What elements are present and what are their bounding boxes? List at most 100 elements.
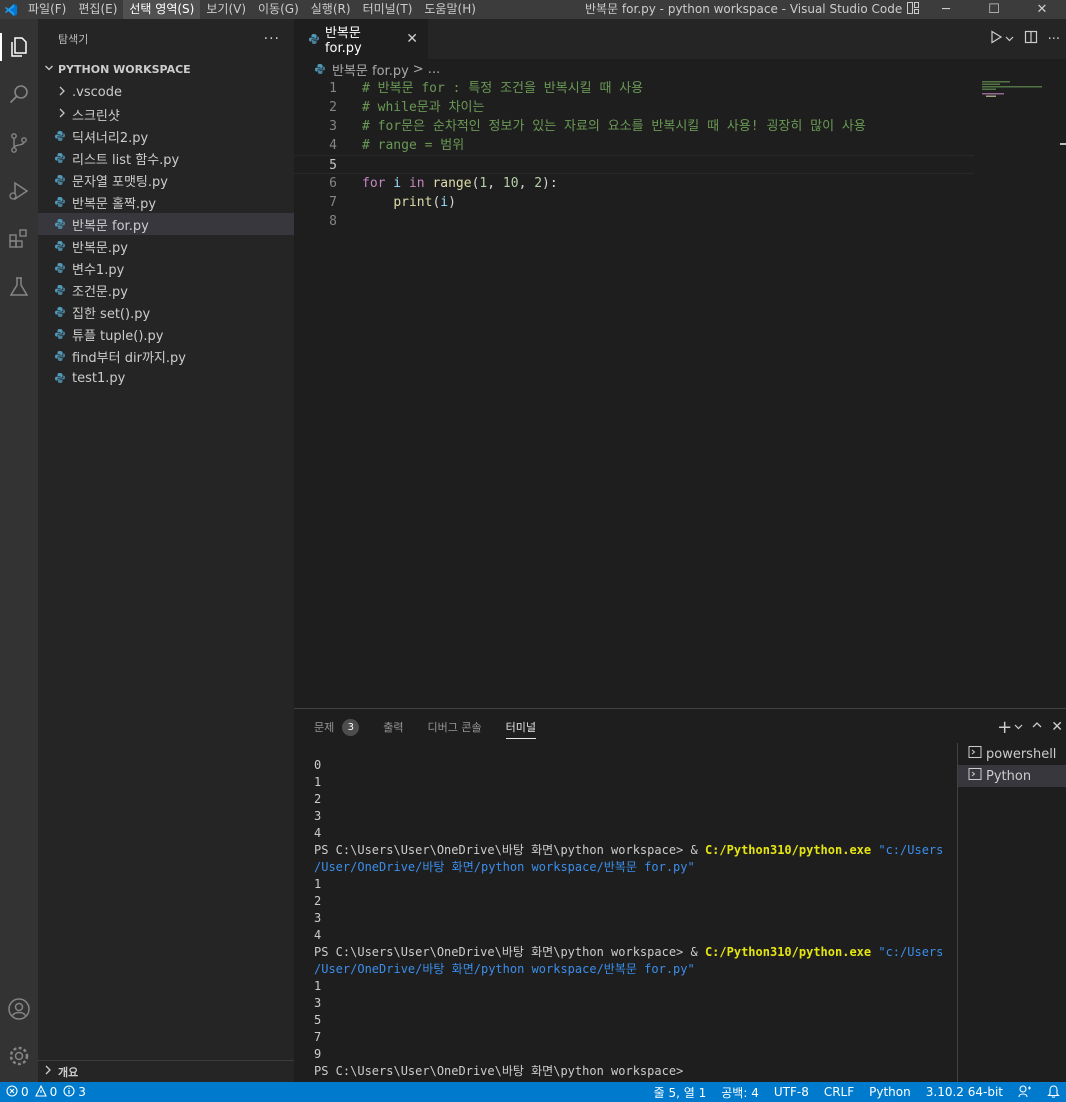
- problems-status[interactable]: 0 0 3: [0, 1084, 86, 1100]
- tree-file[interactable]: 튜플 tuple().py: [38, 323, 294, 345]
- file-label: 반복문 홀짝.py: [72, 196, 157, 212]
- testing-icon[interactable]: [3, 271, 35, 303]
- code-editor[interactable]: 1 # 반복문 for : 특정 조건을 반복시킬 때 사용 2 # while문과…: [294, 79, 974, 231]
- encoding[interactable]: UTF-8: [774, 1085, 809, 1099]
- close-tab-icon[interactable]: ✕: [406, 31, 418, 47]
- menu-file[interactable]: 파일(F): [22, 0, 72, 19]
- paren: ):: [542, 176, 558, 191]
- run-debug-icon[interactable]: [3, 175, 35, 207]
- chevron-right-icon: [54, 108, 72, 121]
- code-text: # for문은 순차적인 정보가 있는 자료의 요소를 반복시킬 때 사용! 굉…: [362, 119, 866, 134]
- panel-actions: + ✕: [997, 709, 1066, 745]
- terminal-icon: [968, 767, 982, 785]
- tree-folder-vscode[interactable]: .vscode: [38, 81, 294, 103]
- cursor-position[interactable]: 줄 5, 열 1: [654, 1084, 707, 1101]
- tree-file[interactable]: 반복문 홀짝.py: [38, 191, 294, 213]
- tree-file[interactable]: 변수1.py: [38, 257, 294, 279]
- tab-debug-console[interactable]: 디버그 콘솔: [428, 709, 482, 745]
- tree-file[interactable]: 조건문.py: [38, 279, 294, 301]
- file-label: 리스트 list 함수.py: [72, 152, 180, 168]
- breadcrumb-file[interactable]: 반복문 for.py: [332, 60, 409, 79]
- menu-bar: 파일(F) 편집(E) 선택 영역(S) 보기(V) 이동(G) 실행(R) 터…: [22, 0, 482, 19]
- terminal-instance-python[interactable]: Python: [958, 765, 1066, 787]
- minimap[interactable]: [982, 81, 1052, 97]
- chevron-down-icon: [44, 63, 58, 76]
- tree-file[interactable]: 집한 set().py: [38, 301, 294, 323]
- error-count: 0: [21, 1085, 29, 1099]
- indentation[interactable]: 공백: 4: [721, 1084, 759, 1101]
- separator: ,: [487, 176, 503, 191]
- explorer-icon[interactable]: [0, 31, 35, 63]
- close-window-button[interactable]: ✕: [1018, 0, 1066, 19]
- tree-file[interactable]: 리스트 list 함수.py: [38, 147, 294, 169]
- settings-gear-icon[interactable]: [3, 1040, 35, 1072]
- tree-file[interactable]: 문자열 포맷팅.py: [38, 169, 294, 191]
- workspace-section-header[interactable]: PYTHON WORKSPACE: [38, 59, 294, 79]
- customize-layout-icon[interactable]: [906, 1, 920, 18]
- account-icon[interactable]: [3, 993, 35, 1025]
- tree-file[interactable]: 반복문.py: [38, 235, 294, 257]
- line-number: 7: [329, 195, 337, 210]
- more-actions-icon[interactable]: ···: [264, 31, 280, 47]
- tree-file[interactable]: 딕셔너리2.py: [38, 125, 294, 147]
- terminal-instance-powershell[interactable]: powershell: [958, 743, 1066, 765]
- split-editor-icon[interactable]: [1024, 30, 1038, 48]
- tree-file-selected[interactable]: 반복문 for.py: [38, 213, 294, 235]
- notifications-bell-icon[interactable]: [1047, 1084, 1060, 1101]
- tree-folder-screenshots[interactable]: 스크린샷: [38, 103, 294, 125]
- tab-problems[interactable]: 문제 3: [314, 709, 360, 745]
- breadcrumb-symbols[interactable]: > ...: [413, 62, 440, 77]
- file-label: 반복문.py: [72, 240, 128, 256]
- outline-section-header[interactable]: 개요: [38, 1060, 294, 1082]
- editor-more-icon[interactable]: ···: [1048, 32, 1060, 47]
- maximize-button[interactable]: ☐: [970, 0, 1018, 19]
- tab-active-file[interactable]: 반복문 for.py ✕: [294, 19, 428, 59]
- tab-terminal[interactable]: 터미널: [505, 709, 537, 745]
- menu-help[interactable]: 도움말(H): [418, 0, 482, 19]
- file-label: 튜플 tuple().py: [72, 328, 164, 344]
- maximize-panel-icon[interactable]: [1031, 719, 1043, 735]
- menu-go[interactable]: 이동(G): [252, 0, 305, 19]
- terminal-dropdown-icon[interactable]: [1014, 719, 1023, 735]
- feedback-icon[interactable]: [1018, 1084, 1032, 1101]
- editor-actions: ···: [989, 19, 1060, 59]
- extensions-icon[interactable]: [3, 223, 35, 255]
- language-mode[interactable]: Python: [869, 1085, 911, 1099]
- source-control-icon[interactable]: [3, 127, 35, 159]
- line-number: 8: [329, 214, 337, 229]
- terminal-line: 4: [314, 826, 322, 840]
- terminal-line: 3: [314, 996, 322, 1010]
- python-file-icon: [54, 372, 72, 384]
- warning-count: 0: [49, 1085, 58, 1099]
- menu-edit[interactable]: 편집(E): [72, 0, 123, 19]
- minimize-button[interactable]: ─: [922, 0, 970, 19]
- run-dropdown-icon[interactable]: [1005, 32, 1014, 47]
- menu-selection[interactable]: 선택 영역(S): [123, 0, 201, 19]
- variable-i: i: [440, 195, 449, 210]
- python-interpreter[interactable]: 3.10.2 64-bit: [926, 1085, 1003, 1099]
- menu-view[interactable]: 보기(V): [200, 0, 252, 19]
- tab-output[interactable]: 출력: [383, 709, 403, 745]
- tree-file[interactable]: test1.py: [38, 367, 294, 389]
- terminal-output[interactable]: 0 1 2 3 4 PS C:\Users\User\OneDrive\바탕 화…: [314, 757, 954, 1080]
- new-terminal-icon[interactable]: +: [997, 717, 1012, 738]
- python-file-icon: [54, 152, 72, 164]
- file-label: 조건문.py: [72, 284, 128, 300]
- run-file-icon[interactable]: [989, 30, 1003, 48]
- terminal-instance-label: Python: [986, 768, 1032, 784]
- tab-label: 반복문 for.py: [324, 26, 362, 56]
- code-line: 1 # 반복문 for : 특정 조건을 반복시킬 때 사용: [294, 79, 974, 98]
- function-print: print: [393, 195, 433, 210]
- menu-run[interactable]: 실행(R): [305, 0, 357, 19]
- close-panel-icon[interactable]: ✕: [1051, 719, 1063, 735]
- line-ending[interactable]: CRLF: [824, 1085, 854, 1099]
- tree-file[interactable]: find부터 dir까지.py: [38, 345, 294, 367]
- menu-terminal[interactable]: 터미널(T): [357, 0, 419, 19]
- python-file-icon: [308, 33, 325, 45]
- terminal-amp: &: [690, 945, 705, 959]
- terminal-command-line: PS C:\Users\User\OneDrive\바탕 화면\python w…: [314, 944, 954, 961]
- file-label: 문자열 포맷팅.py: [72, 174, 168, 190]
- search-icon[interactable]: [3, 79, 35, 111]
